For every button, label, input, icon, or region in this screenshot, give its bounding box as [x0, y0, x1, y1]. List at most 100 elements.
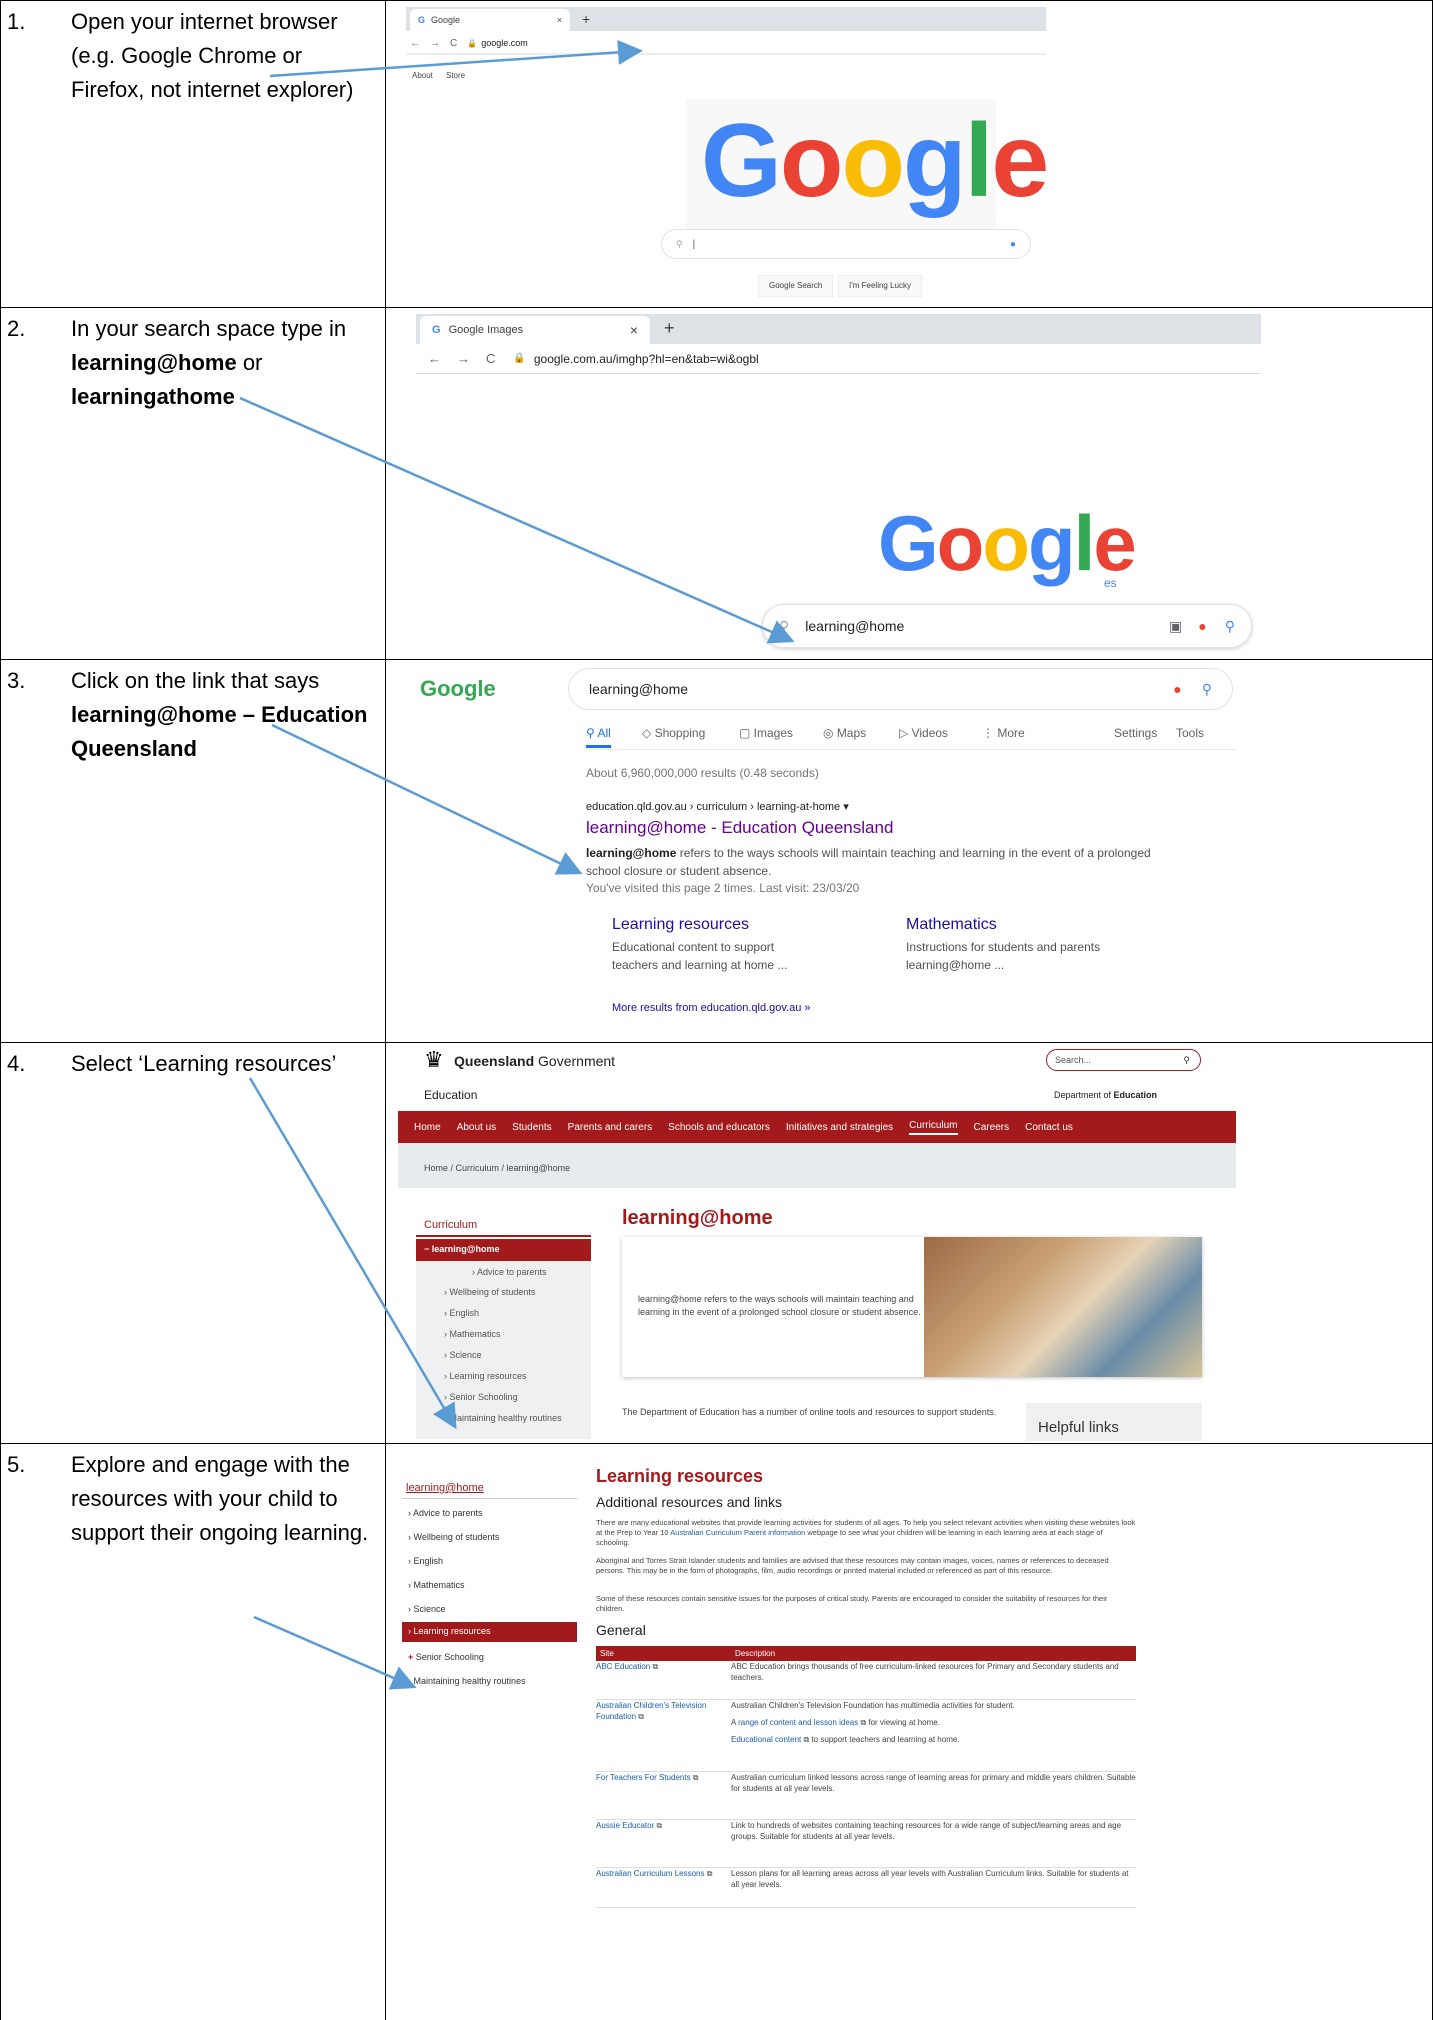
browser-tab[interactable]: G Google × [410, 9, 570, 31]
tab-more[interactable]: ⋮ More [982, 726, 1025, 740]
search-icon[interactable]: ⚲ [1202, 681, 1212, 698]
tab-maps[interactable]: ◎ Maps [823, 726, 866, 740]
google-doodle-logo[interactable]: Google [420, 676, 496, 702]
address-bar[interactable]: google.com [481, 38, 528, 48]
breadcrumb[interactable]: Home / Curriculum / learning@home [398, 1143, 1236, 1188]
browser-toolbar: ← → C 🔒 google.com [406, 33, 1046, 53]
google-favicon-icon: G [432, 324, 441, 336]
step-number: 2. [7, 316, 26, 341]
result-breadcrumb[interactable]: education.qld.gov.au › curriculum › lear… [586, 800, 849, 813]
search-input[interactable]: ⚲ learning@home ▣ ● ⚲ [762, 604, 1252, 648]
feeling-lucky-button[interactable]: I'm Feeling Lucky [838, 275, 922, 297]
site-link[interactable]: For Teachers For Students [596, 1773, 691, 1782]
sidebar-item-english[interactable]: › English [408, 1556, 443, 1566]
sidebar-item-advice[interactable]: › Advice to parents [408, 1508, 483, 1518]
row-description: Australian Children's Television Foundat… [731, 1699, 1136, 1772]
store-link[interactable]: Store [446, 71, 465, 80]
search-input[interactable]: learning@home ● ⚲ [568, 668, 1233, 710]
new-tab-button[interactable]: + [664, 318, 675, 339]
nav-about[interactable]: About us [457, 1122, 496, 1133]
search-icon: ⚲ [1183, 1054, 1190, 1065]
sidebar-item-english[interactable]: › English [444, 1308, 479, 1318]
nav-initiatives[interactable]: Initiatives and strategies [786, 1122, 893, 1133]
page-subtitle: Additional resources and links [596, 1494, 782, 1510]
search-input[interactable]: ⚲ | ● [661, 229, 1031, 259]
screenshot-google-home: G Google × + ← → C 🔒 google.com About St… [385, 0, 1433, 308]
sidebar-item-advice[interactable]: › Advice to parents [472, 1267, 547, 1277]
nav-parents[interactable]: Parents and carers [568, 1122, 653, 1133]
reload-icon[interactable]: C [486, 351, 495, 366]
sidebar-title[interactable]: Curriculum [424, 1219, 477, 1231]
about-link[interactable]: About [412, 71, 433, 80]
department-name: Department of Education [1054, 1090, 1158, 1100]
main-nav: Home About us Students Parents and carer… [398, 1111, 1236, 1143]
sidebar-item-routines[interactable]: › Maintaining healthy routines [444, 1413, 562, 1423]
camera-icon[interactable]: ▣ [1169, 618, 1182, 635]
close-icon[interactable]: × [557, 15, 562, 25]
sidebar-item-mathematics[interactable]: › Mathematics [408, 1580, 465, 1590]
screenshot-google-images: G Google Images × + ← → C 🔒 google.com.a… [385, 307, 1433, 660]
forward-icon[interactable]: → [457, 351, 470, 366]
microphone-icon[interactable]: ● [1198, 618, 1206, 634]
sidebar-item-senior[interactable]: + Senior Schooling [408, 1652, 484, 1662]
sitelink-learning-resources[interactable]: Learning resources [612, 916, 749, 934]
close-icon[interactable]: × [630, 322, 638, 338]
new-tab-button[interactable]: + [582, 11, 590, 27]
nav-students[interactable]: Students [512, 1122, 551, 1133]
qld-brand[interactable]: Queensland Government [454, 1053, 615, 1069]
resources-table: Site Description ABC Education ⧉ ABC Edu… [596, 1646, 1136, 1908]
site-search-input[interactable]: Search... ⚲ [1046, 1049, 1201, 1071]
sidebar-item-mathematics[interactable]: › Mathematics [444, 1329, 501, 1339]
microphone-icon[interactable]: ● [1010, 239, 1016, 250]
google-images-logo: Google [878, 499, 1137, 587]
helpful-links-heading: Helpful links [1026, 1403, 1202, 1441]
more-results-link[interactable]: More results from education.qld.gov.au » [612, 1002, 811, 1014]
step-cell-4: 4. Select ‘Learning resources’ [0, 1042, 386, 1444]
educational-content-link[interactable]: Educational content [731, 1735, 801, 1744]
table-header: Site Description [596, 1646, 1136, 1661]
site-link[interactable]: Australian Curriculum Lessons [596, 1869, 705, 1878]
sidebar-item-wellbeing[interactable]: › Wellbeing of students [408, 1532, 499, 1542]
sidebar-item-learning-resources[interactable]: › Learning resources [444, 1371, 527, 1381]
back-icon[interactable]: ← [428, 351, 441, 366]
sidebar-item-learning-resources[interactable]: › Learning resources [402, 1622, 577, 1642]
content-ideas-link[interactable]: range of content and lesson ideas [738, 1718, 858, 1727]
step-text: Select ‘Learning resources’ [71, 1051, 337, 1076]
sidebar-item-science[interactable]: › Science [408, 1604, 446, 1614]
sidebar-item-active[interactable]: − learning@home [416, 1239, 591, 1261]
sidebar-item-senior[interactable]: › Senior Schooling [444, 1392, 518, 1402]
nav-home[interactable]: Home [414, 1122, 441, 1133]
address-bar[interactable]: google.com.au/imghp?hl=en&tab=wi&ogbl [534, 352, 759, 366]
google-search-button[interactable]: Google Search [758, 275, 834, 297]
nav-careers[interactable]: Careers [974, 1122, 1010, 1133]
forward-icon[interactable]: → [430, 38, 440, 49]
site-link[interactable]: Australian Children's Television Foundat… [596, 1701, 706, 1721]
tab-shopping[interactable]: ◇ Shopping [642, 726, 705, 740]
sidebar-item-wellbeing[interactable]: › Wellbeing of students [444, 1287, 535, 1297]
general-heading: General [596, 1622, 646, 1638]
sidebar-title[interactable]: learning@home [406, 1482, 484, 1494]
settings-link[interactable]: Settings [1114, 726, 1157, 740]
tab-videos[interactable]: ▷ Videos [899, 726, 948, 740]
tab-all[interactable]: ⚲ All [586, 726, 611, 748]
nav-contact[interactable]: Contact us [1025, 1122, 1073, 1133]
back-icon[interactable]: ← [410, 38, 420, 49]
browser-tab[interactable]: G Google Images × [420, 316, 650, 344]
search-submit-icon[interactable]: ⚲ [1225, 618, 1235, 635]
body-text: The Department of Education has a number… [622, 1407, 997, 1417]
result-title-link[interactable]: learning@home - Education Queensland [586, 818, 893, 838]
site-link[interactable]: Aussie Educator [596, 1821, 654, 1830]
tools-link[interactable]: Tools [1176, 726, 1204, 740]
sitelink-mathematics[interactable]: Mathematics [906, 916, 997, 934]
curriculum-parent-link[interactable]: Australian Curriculum Parent information [670, 1528, 805, 1537]
nav-schools[interactable]: Schools and educators [668, 1122, 770, 1133]
site-link[interactable]: ABC Education [596, 1662, 650, 1671]
tab-images[interactable]: ▢ Images [739, 726, 793, 740]
sidebar-item-routines[interactable]: › Maintaining healthy routines [408, 1676, 526, 1686]
nav-curriculum[interactable]: Curriculum [909, 1120, 958, 1135]
step-row-1: 1. Open your internet browser (e.g. Goog… [0, 0, 1433, 308]
microphone-icon[interactable]: ● [1173, 681, 1181, 697]
step-text: In your search space type in learning@ho… [71, 316, 347, 409]
sidebar-item-science[interactable]: › Science [444, 1350, 482, 1360]
reload-icon[interactable]: C [450, 38, 457, 49]
